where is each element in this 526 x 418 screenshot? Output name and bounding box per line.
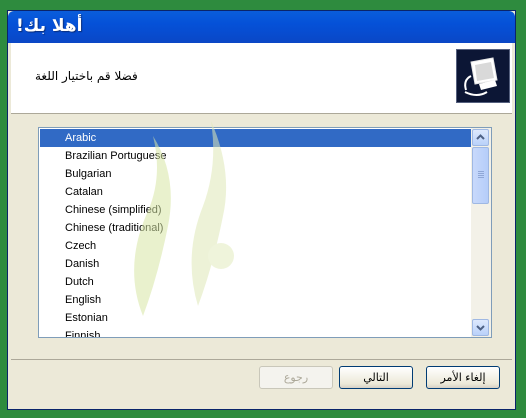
chevron-down-icon [476,325,485,331]
scroll-up-button[interactable] [472,129,489,146]
computer-setup-icon [456,49,510,103]
vertical-scrollbar[interactable] [471,128,491,337]
scroll-down-button[interactable] [472,319,489,336]
scroll-thumb[interactable] [472,147,489,204]
list-item-chinese-traditional[interactable]: Chinese (traditional) [40,219,472,237]
list-item-estonian[interactable]: Estonian [40,309,472,327]
outer-frame: أهلا بك! فضلا قم باختيار اللغة Arabic Br… [0,0,526,418]
list-item-finnish[interactable]: Finnish [40,327,472,337]
list-item-arabic[interactable]: Arabic [40,129,472,147]
back-button[interactable]: رجوع [259,366,333,389]
list-item-czech[interactable]: Czech [40,237,472,255]
title-bar[interactable]: أهلا بك! [8,11,515,43]
next-button[interactable]: التالي [339,366,413,389]
chevron-up-icon [476,134,485,140]
window-title: أهلا بك! [16,16,83,36]
footer-separator [11,359,512,360]
cancel-button[interactable]: إلغاء الأمر [426,366,500,389]
list-item-brazilian-portuguese[interactable]: Brazilian Portuguese [40,147,472,165]
list-item-catalan[interactable]: Catalan [40,183,472,201]
language-instruction: فضلا قم باختيار اللغة [35,69,138,83]
list-item-bulgarian[interactable]: Bulgarian [40,165,472,183]
dialog-header: فضلا قم باختيار اللغة [11,43,512,114]
list-item-danish[interactable]: Danish [40,255,472,273]
language-listbox[interactable]: Arabic Brazilian Portuguese Bulgarian Ca… [38,127,492,338]
list-item-chinese-simplified[interactable]: Chinese (simplified) [40,201,472,219]
list-item-english[interactable]: English [40,291,472,309]
setup-dialog: أهلا بك! فضلا قم باختيار اللغة Arabic Br… [7,10,516,410]
dialog-body: Arabic Brazilian Portuguese Bulgarian Ca… [11,114,512,359]
list-item-dutch[interactable]: Dutch [40,273,472,291]
